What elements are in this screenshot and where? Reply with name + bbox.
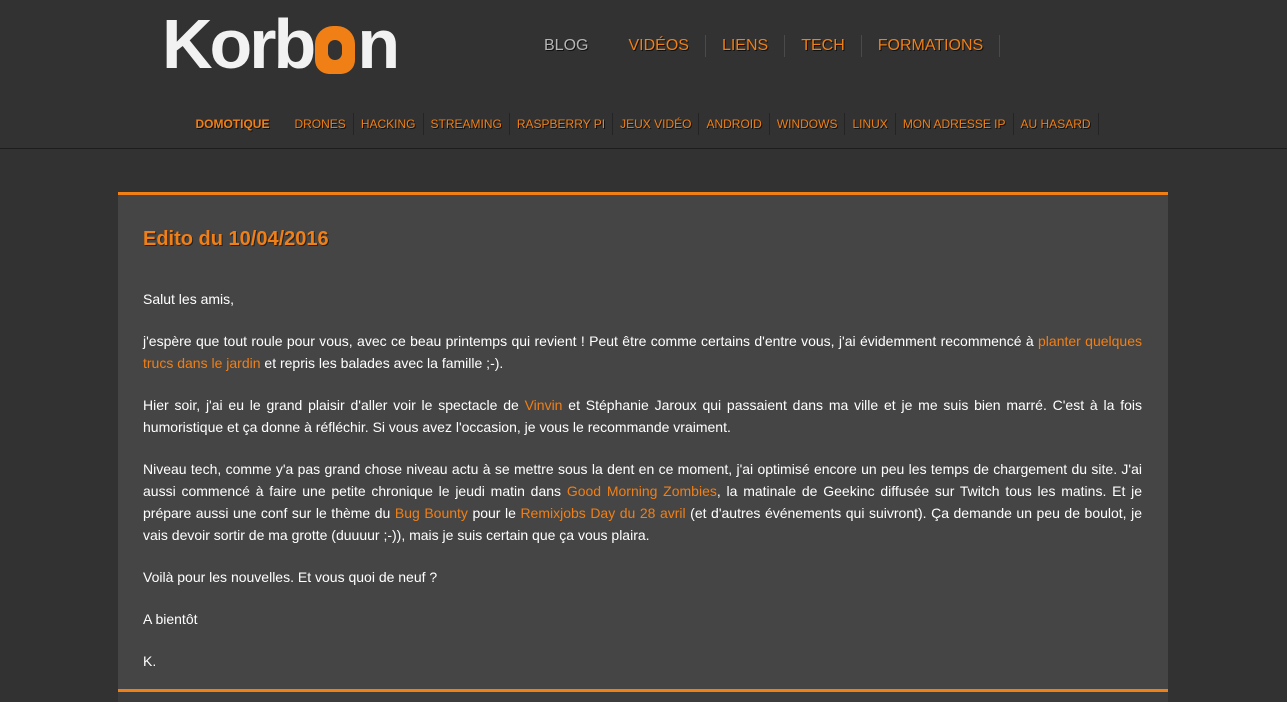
category-navigation: DOMOTIQUE DRONES HACKING STREAMING RASPB… — [0, 112, 1287, 136]
category-streaming[interactable]: STREAMING — [424, 113, 510, 135]
category-linux[interactable]: LINUX — [845, 113, 896, 135]
site-logo[interactable]: Korb n — [162, 5, 400, 83]
link-good-morning-zombies[interactable]: Good Morning Zombies — [567, 483, 717, 499]
category-mon-adresse-ip[interactable]: MON ADRESSE IP — [896, 113, 1014, 135]
paragraph-spectacle: Hier soir, j'ai eu le grand plaisir d'al… — [143, 394, 1142, 438]
text: pour le — [467, 505, 521, 521]
nav-videos[interactable]: VIDÉOS — [612, 35, 706, 57]
next-article-edge — [118, 689, 1168, 702]
paragraph-tech: Niveau tech, comme y'a pas grand chose n… — [143, 458, 1142, 546]
nav-tech[interactable]: TECH — [785, 35, 862, 57]
link-remixjobs-day[interactable]: Remixjobs Day du 28 avril — [520, 505, 685, 521]
category-jeux-video[interactable]: JEUX VIDÉO — [613, 113, 700, 135]
paragraph-bientot: A bientôt — [143, 611, 198, 627]
category-raspberry-pi[interactable]: RASPBERRY PI — [510, 113, 614, 135]
article-panel: Edito du 10/04/2016 Salut les amis, j'es… — [118, 192, 1168, 690]
category-domotique[interactable]: DOMOTIQUE — [188, 113, 287, 135]
paragraph-signature: K. — [143, 653, 157, 669]
nav-blog[interactable]: BLOG — [528, 35, 612, 57]
article-body: Salut les amis, j'espère que tout roule … — [143, 288, 1142, 692]
category-android[interactable]: ANDROID — [699, 113, 770, 135]
text: et repris les balades avec la famille ;-… — [260, 355, 504, 371]
logo-text-start: Korb — [162, 5, 316, 83]
text: Hier soir, j'ai eu le grand plaisir d'al… — [143, 397, 525, 413]
logo-o-mark — [315, 26, 356, 74]
paragraph-news: Voilà pour les nouvelles. Et vous quoi d… — [143, 569, 438, 585]
text: j'espère que tout roule pour vous, avec … — [143, 333, 1039, 349]
category-hacking[interactable]: HACKING — [354, 113, 424, 135]
category-au-hasard[interactable]: AU HASARD — [1014, 113, 1099, 135]
main-navigation: BLOG VIDÉOS LIENS TECH FORMATIONS — [528, 34, 1001, 58]
category-windows[interactable]: WINDOWS — [770, 113, 846, 135]
nav-formations[interactable]: FORMATIONS — [862, 35, 1001, 57]
category-drones[interactable]: DRONES — [287, 113, 354, 135]
paragraph-spring: j'espère que tout roule pour vous, avec … — [143, 330, 1142, 374]
nav-liens[interactable]: LIENS — [706, 35, 786, 57]
article-title[interactable]: Edito du 10/04/2016 — [143, 228, 329, 251]
link-vinvin[interactable]: Vinvin — [525, 397, 563, 413]
link-bug-bounty[interactable]: Bug Bounty — [395, 505, 468, 521]
site-header: Korb n BLOG VIDÉOS LIENS TECH FORMATIONS … — [0, 0, 1287, 149]
paragraph-greeting: Salut les amis, — [143, 291, 235, 307]
logo-text-end: n — [357, 5, 400, 83]
